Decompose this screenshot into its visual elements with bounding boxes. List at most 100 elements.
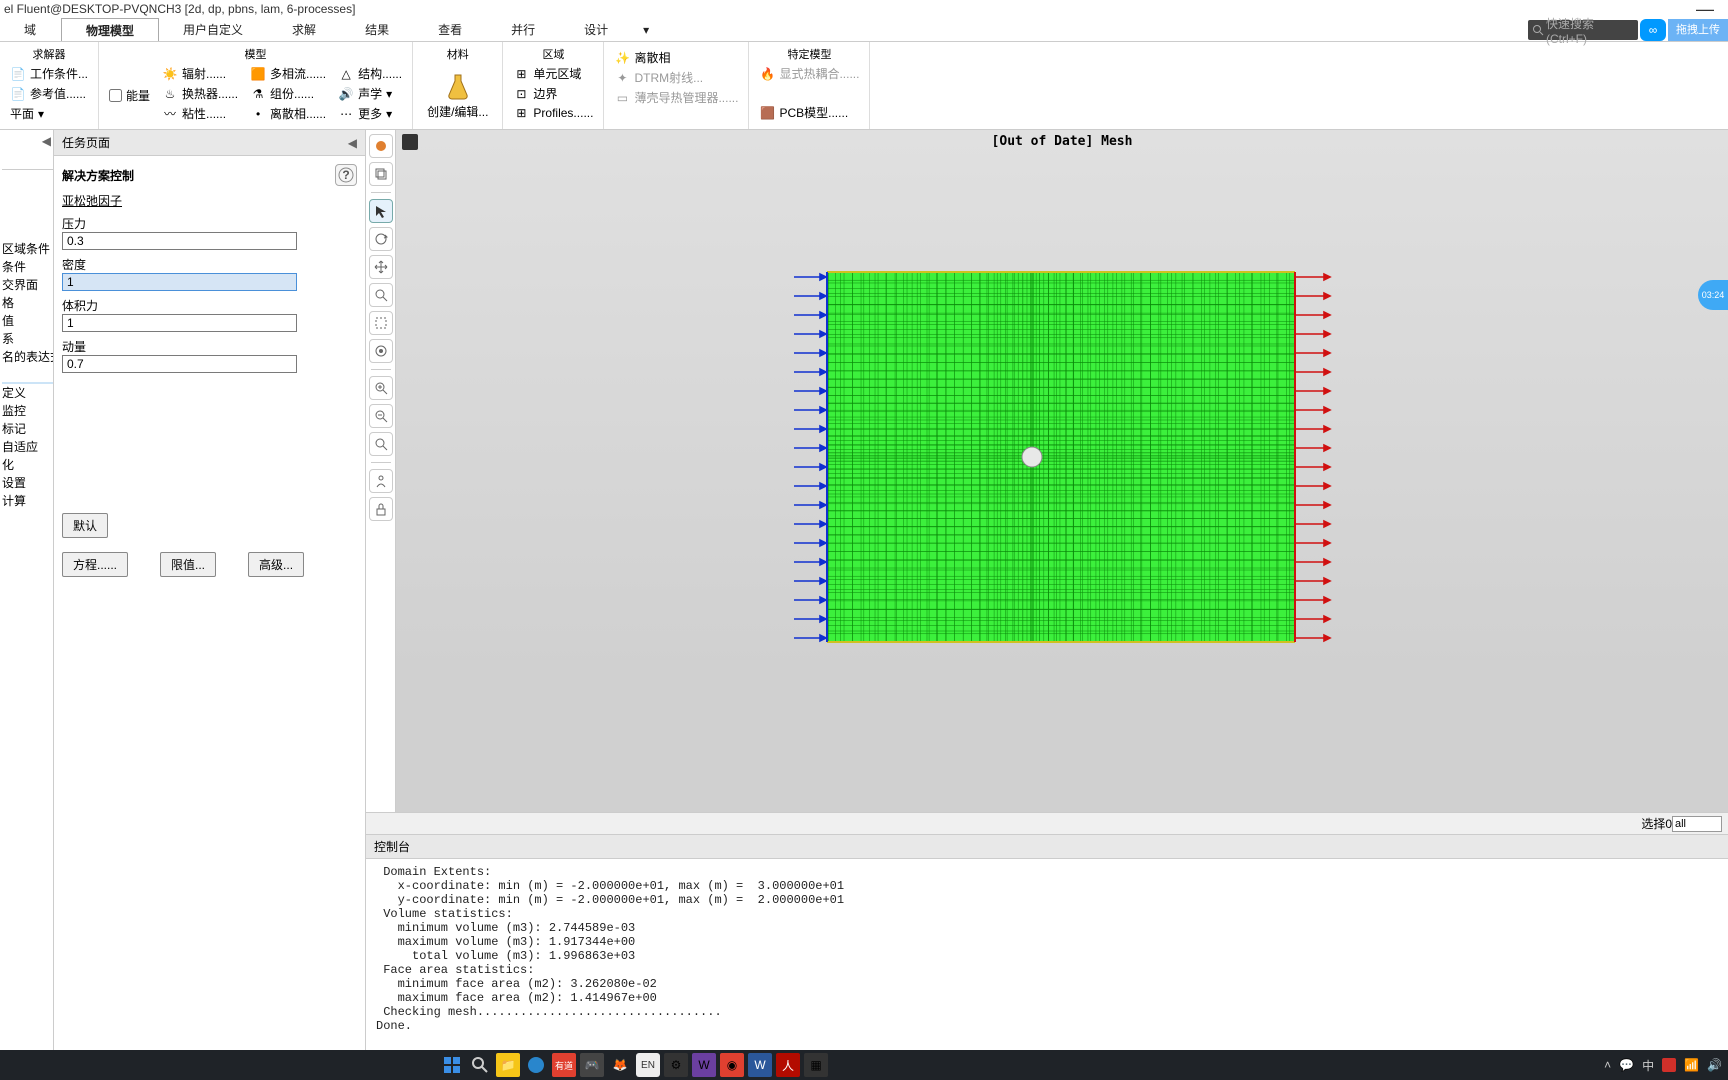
collapse-task-icon[interactable]: ◀	[348, 136, 357, 150]
tab-physics[interactable]: 物理模型	[61, 18, 159, 41]
energy-checkbox[interactable]: 能量	[105, 86, 154, 105]
lang-en-icon[interactable]: EN	[636, 1053, 660, 1077]
edge-icon[interactable]	[524, 1053, 548, 1077]
pressure-input[interactable]	[62, 232, 297, 250]
tab-design[interactable]: 设计	[560, 18, 633, 41]
tool-select-arrow[interactable]	[369, 199, 393, 223]
app-icon-3[interactable]: ⚙	[664, 1053, 688, 1077]
tree-item[interactable]: 定义	[2, 384, 53, 402]
task-heading: 解决方案控制 ?	[62, 164, 357, 186]
tab-parallel[interactable]: 并行	[487, 18, 560, 41]
doc-icon: 📄	[10, 66, 26, 82]
tab-solve[interactable]: 求解	[268, 18, 341, 41]
tab-domain[interactable]: 域	[0, 18, 61, 41]
radiation-button[interactable]: ☀️辐射......	[158, 64, 242, 83]
tree-item[interactable]: 格	[2, 294, 53, 312]
console-body[interactable]: Domain Extents: x-coordinate: min (m) = …	[366, 859, 1728, 1050]
word-icon[interactable]: W	[748, 1053, 772, 1077]
multiphase-button[interactable]: 🟧多相流......	[246, 64, 330, 83]
tool-rotate[interactable]	[369, 227, 393, 251]
tool-zoom-box[interactable]	[369, 283, 393, 307]
selection-input[interactable]	[1672, 816, 1722, 832]
app-icon-1[interactable]: 有道	[552, 1053, 576, 1077]
tree-item[interactable]: 化	[2, 456, 53, 474]
help-icon[interactable]: ?	[335, 164, 357, 186]
tab-view[interactable]: 查看	[414, 18, 487, 41]
density-input[interactable]	[62, 273, 297, 291]
bodyforce-input[interactable]	[62, 314, 297, 332]
tray-volume-icon[interactable]: 🔊	[1707, 1058, 1722, 1072]
tree-item[interactable]: 条件	[2, 258, 53, 276]
tab-more[interactable]: ▾	[633, 18, 660, 41]
tree-item[interactable]: 监控	[2, 402, 53, 420]
tray-up-icon[interactable]: ˄	[1604, 1058, 1611, 1072]
tree-item[interactable]: 区域条件	[2, 240, 53, 258]
timer-bubble[interactable]: 03:24	[1698, 280, 1728, 310]
tray-ime-icon[interactable]	[1662, 1058, 1676, 1072]
tray-wifi-icon[interactable]: 📶	[1684, 1058, 1699, 1072]
cell-zones-button[interactable]: ⊞单元区域	[509, 64, 597, 83]
tree-item[interactable]: 系	[2, 330, 53, 348]
explorer-icon[interactable]: 📁	[496, 1053, 520, 1077]
tool-probe[interactable]	[369, 339, 393, 363]
zoom-out-icon	[374, 409, 388, 423]
default-button[interactable]: 默认	[62, 513, 108, 538]
graphics-canvas[interactable]: [Out of Date] Mesh	[396, 130, 1728, 812]
tool-logo-top[interactable]	[369, 134, 393, 158]
tree-item[interactable]: 计算	[2, 492, 53, 510]
minimize-icon[interactable]: —	[1696, 0, 1724, 20]
limits-button[interactable]: 限值...	[160, 552, 216, 577]
tool-zoom-fit[interactable]	[369, 311, 393, 335]
boundaries-button[interactable]: ⊡边界	[509, 84, 597, 103]
tool-person[interactable]	[369, 469, 393, 493]
tool-zoom-out[interactable]	[369, 404, 393, 428]
discrete-phase-button[interactable]: •离散相......	[246, 104, 330, 123]
tree-item[interactable]: 设置	[2, 474, 53, 492]
tab-results[interactable]: 结果	[341, 18, 414, 41]
heatex-button[interactable]: ♨换热器......	[158, 84, 242, 103]
momentum-input[interactable]	[62, 355, 297, 373]
reference-values-button[interactable]: 📄参考值......	[6, 84, 92, 103]
tool-zoom-in[interactable]	[369, 376, 393, 400]
structure-button[interactable]: △结构......	[334, 64, 406, 83]
chevron-down-icon: ▾	[386, 107, 392, 121]
search-box[interactable]: 快速搜索 (Ctrl+F)	[1528, 20, 1638, 40]
app-icon-5[interactable]: ◉	[720, 1053, 744, 1077]
tray-wechat-icon[interactable]: 💬	[1619, 1058, 1634, 1072]
more-models-button[interactable]: ⋯更多 ▾	[334, 104, 406, 123]
discrete-phase2-button[interactable]: ✨离散相	[610, 48, 742, 67]
pdf-icon[interactable]: 人	[776, 1053, 800, 1077]
tab-udf[interactable]: 用户自定义	[159, 18, 268, 41]
advanced-button[interactable]: 高级...	[248, 552, 304, 577]
drag-upload-button[interactable]: 拖拽上传	[1668, 19, 1728, 41]
search-taskbar-icon[interactable]	[468, 1053, 492, 1077]
tree-item[interactable]: 标记	[2, 420, 53, 438]
equations-button[interactable]: 方程......	[62, 552, 128, 577]
firefox-icon[interactable]: 🦊	[608, 1053, 632, 1077]
work-conditions-button[interactable]: 📄工作条件...	[6, 64, 92, 83]
cloud-button[interactable]: ∞	[1640, 19, 1666, 41]
tree-item[interactable]: 值	[2, 312, 53, 330]
start-icon[interactable]	[440, 1053, 464, 1077]
app-icon-2[interactable]: 🎮	[580, 1053, 604, 1077]
app-icon-4[interactable]: W	[692, 1053, 716, 1077]
tool-zoom-reset[interactable]	[369, 432, 393, 456]
tree-item[interactable]: 自适应	[2, 438, 53, 456]
tree-item[interactable]: 交界面	[2, 276, 53, 294]
tool-lock[interactable]	[369, 497, 393, 521]
arrow-icon	[374, 204, 388, 218]
profiles-button[interactable]: ⊞Profiles......	[509, 104, 597, 122]
plane-dropdown[interactable]: 平面 ▾	[6, 104, 92, 123]
pcb-model-button[interactable]: 🟫PCB模型......	[755, 103, 863, 122]
acoustics-button[interactable]: 🔊声学 ▾	[334, 84, 406, 103]
species-button[interactable]: ⚗组份......	[246, 84, 330, 103]
tool-pan[interactable]	[369, 255, 393, 279]
create-edit-materials-button[interactable]: 创建/编辑...	[419, 64, 496, 127]
tree-item[interactable]: 名的表达式	[2, 348, 53, 366]
chevron-down-icon: ▾	[386, 87, 392, 101]
viscous-button[interactable]: 〰粘性......	[158, 104, 242, 123]
tray-lang-zh[interactable]: 中	[1642, 1057, 1654, 1074]
app-icon-6[interactable]: ▦	[804, 1053, 828, 1077]
tool-copy[interactable]	[369, 162, 393, 186]
collapse-tree-icon[interactable]: ◀	[42, 134, 51, 148]
